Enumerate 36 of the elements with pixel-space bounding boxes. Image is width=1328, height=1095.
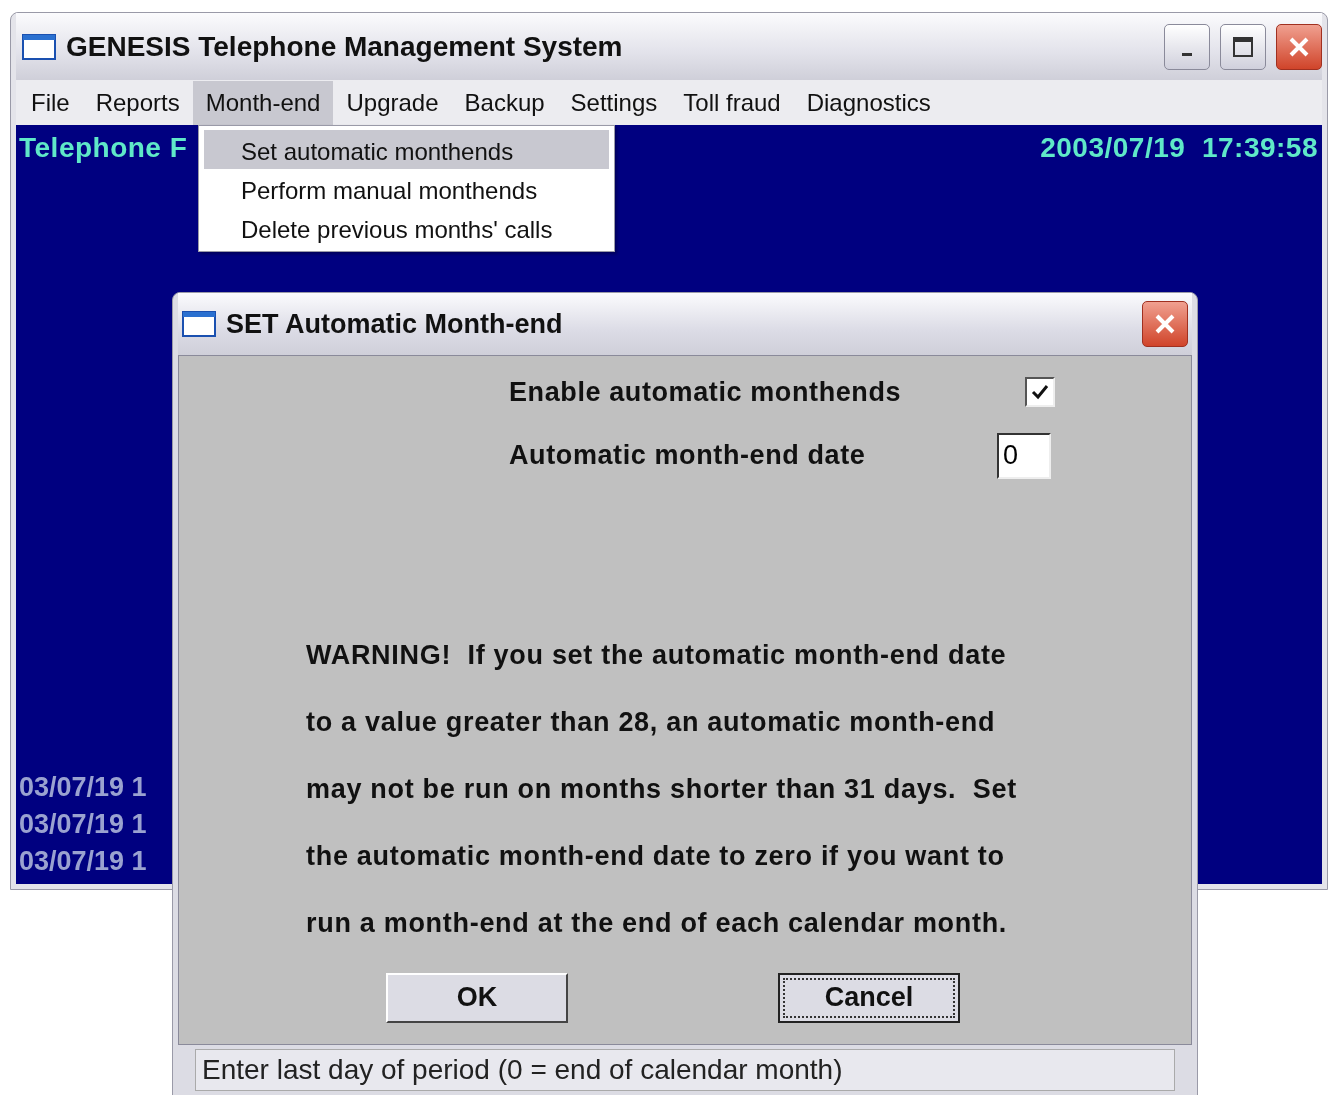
field-label: Enable automatic monthends <box>509 376 903 409</box>
window-icon <box>182 311 216 337</box>
field-label: Automatic month-end date <box>509 439 867 473</box>
menu-option[interactable]: Set automatic monthends <box>204 130 609 169</box>
menu-item[interactable]: Upgrade <box>333 80 452 125</box>
menu-option[interactable]: Delete previous months' calls <box>204 208 609 247</box>
minimize-icon <box>1182 53 1192 56</box>
log-line: 03/07/19 1 <box>19 771 147 804</box>
log-line: 03/07/19 1 <box>19 808 147 841</box>
status-text: Enter last day of period (0 = end of calendar month) <box>195 1049 1175 1091</box>
menu-item[interactable]: File <box>18 80 83 125</box>
date-time: 2003/07/19 17:39:58 <box>1040 131 1318 165</box>
close-button[interactable] <box>1276 23 1322 70</box>
close-button[interactable] <box>1142 301 1188 347</box>
dialog-title: SET Automatic Month-end <box>226 307 564 341</box>
maximize-icon <box>1232 35 1254 58</box>
log-line: 03/07/19 1 <box>19 845 147 878</box>
window-title: GENESIS Telephone Management System <box>66 29 624 64</box>
maximize-button[interactable] <box>1220 23 1266 70</box>
ok-button[interactable]: OK <box>386 972 568 1023</box>
menu-item[interactable]: Settings <box>557 80 671 125</box>
menu-item[interactable]: Toll fraud <box>670 80 794 125</box>
cancel-button[interactable]: Cancel <box>778 972 960 1023</box>
screen-heading: Telephone F <box>19 131 188 165</box>
checkbox[interactable] <box>1025 377 1055 408</box>
warning-text: WARNING! If you set the automatic month-end date to a value greater than 28, an automatic month-end may not be run on months shorter than 31 days. Set the automatic month-end date to zero if you want to run a month-end at the end of each calendar month. <box>305 638 1018 940</box>
menu-item[interactable]: Month-end <box>192 80 334 125</box>
menu-item[interactable]: Diagnostics <box>793 80 944 125</box>
menu-item[interactable]: Reports <box>82 80 193 125</box>
input-field[interactable]: 0 <box>997 432 1051 479</box>
check-icon <box>1031 383 1049 402</box>
window-icon <box>22 33 56 60</box>
minimize-button[interactable] <box>1164 23 1210 70</box>
close-icon <box>1153 312 1177 336</box>
menu-item[interactable]: Backup <box>451 80 558 125</box>
menu-option[interactable]: Perform manual monthends <box>204 169 609 208</box>
